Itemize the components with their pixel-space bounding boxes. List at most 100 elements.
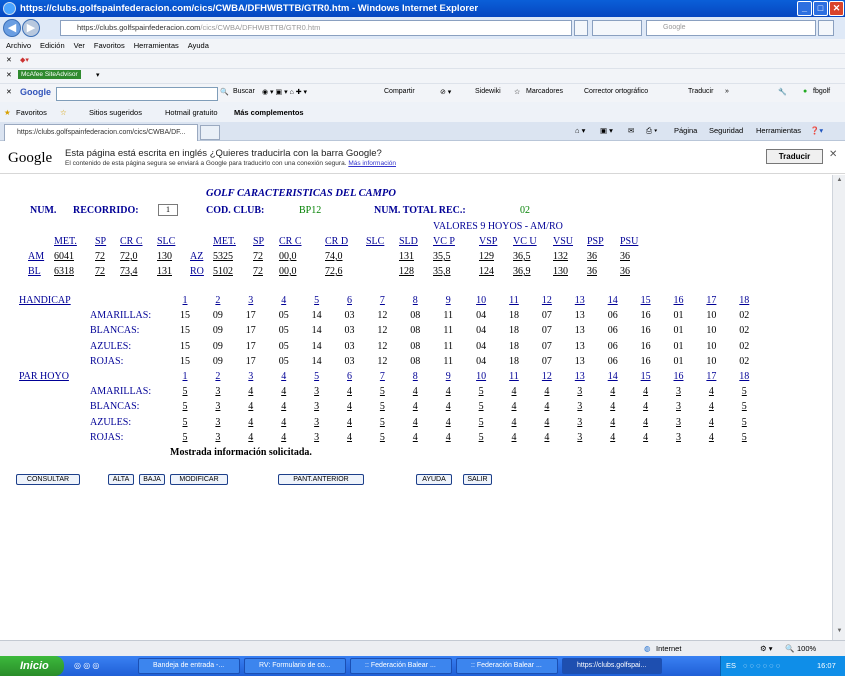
forward-icon[interactable]: ▶: [22, 19, 40, 37]
par-hole-number[interactable]: 5: [305, 371, 329, 382]
par-hole-number[interactable]: 15: [634, 371, 658, 382]
tee-cell-tee[interactable]: BL: [28, 266, 41, 277]
close-icon[interactable]: ✕: [6, 88, 12, 96]
search-icon[interactable]: 🔍: [220, 88, 229, 96]
par-hole-number[interactable]: 14: [601, 371, 625, 382]
handicap-hole-number[interactable]: 11: [502, 295, 526, 306]
tee-header-right[interactable]: MET.: [213, 236, 236, 247]
handicap-hole-number[interactable]: 5: [305, 295, 329, 306]
hotmail-link[interactable]: Hotmail gratuito: [165, 108, 218, 117]
tee-header-right[interactable]: PSP: [587, 236, 604, 247]
address-bar[interactable]: https://clubs.golfspainfederacion.com/ci…: [60, 20, 572, 36]
tee-header-right[interactable]: VC P: [433, 236, 455, 247]
task-rv-formulario[interactable]: RV: Formulario de co...: [244, 658, 346, 674]
handicap-hole-number[interactable]: 8: [403, 295, 427, 306]
par-hole-number[interactable]: 13: [568, 371, 592, 382]
sitios-sugeridos-link[interactable]: Sitios sugeridos: [89, 108, 142, 117]
handicap-hole-number[interactable]: 4: [272, 295, 296, 306]
help-icon[interactable]: ❓▾: [810, 126, 823, 135]
search-icon[interactable]: [818, 20, 834, 36]
google-toolbar-search[interactable]: [56, 87, 218, 101]
close-window-button[interactable]: ✕: [829, 1, 844, 16]
translate-button[interactable]: Traducir: [766, 149, 823, 164]
tee-cell-tee[interactable]: AM: [28, 251, 44, 262]
tee-header-right[interactable]: VSP: [479, 236, 497, 247]
menu-favoritos[interactable]: Favoritos: [94, 41, 125, 50]
star-icon[interactable]: ☆: [514, 88, 520, 96]
favorites-star-icon[interactable]: ★: [4, 108, 11, 117]
par-hole-number[interactable]: 9: [436, 371, 460, 382]
tray-icons[interactable]: ◌ ◌ ◌ ◌ ◌ ◌: [743, 661, 780, 670]
par-hole-number[interactable]: 8: [403, 371, 427, 382]
par-hole-number[interactable]: 11: [502, 371, 526, 382]
tee-header-right[interactable]: VSU: [553, 236, 573, 247]
handicap-hole-number[interactable]: 14: [601, 295, 625, 306]
marcadores-button[interactable]: Marcadores: [526, 88, 563, 95]
handicap-hole-number[interactable]: 3: [239, 295, 263, 306]
handicap-hole-number[interactable]: 17: [699, 295, 723, 306]
menu-ver[interactable]: Ver: [74, 41, 85, 50]
handicap-hole-number[interactable]: 1: [173, 295, 197, 306]
task-clubs-golfspai[interactable]: https://clubs.golfspai...: [562, 658, 662, 674]
favoritos-button[interactable]: Favoritos: [16, 108, 47, 117]
ayuda-button[interactable]: AYUDA: [416, 474, 452, 485]
protected-mode-icon[interactable]: ⚙ ▾: [760, 644, 773, 653]
tee-header-right[interactable]: SLC: [366, 236, 384, 247]
par-hoyo-label[interactable]: PAR HOYO: [19, 371, 69, 382]
par-hole-number[interactable]: 4: [272, 371, 296, 382]
recorrido-input[interactable]: 1: [158, 204, 178, 216]
handicap-hole-number[interactable]: 16: [667, 295, 691, 306]
tee-cell-tee2[interactable]: RO: [190, 266, 204, 277]
par-hole-number[interactable]: 7: [370, 371, 394, 382]
blocker-icon[interactable]: ⊘ ▾: [440, 88, 451, 96]
tab-current[interactable]: https://clubs.golfspainfederacion.com/ci…: [4, 124, 198, 141]
toolbar-icons[interactable]: ◉ ▾ ▣ ▾ ⌂ ✚ ▾: [262, 88, 307, 96]
close-icon[interactable]: ✕: [6, 56, 12, 64]
mail-icon[interactable]: ✉: [628, 126, 634, 135]
handicap-label[interactable]: HANDICAP: [19, 295, 71, 306]
refresh-stop-icons[interactable]: [592, 20, 642, 36]
tee-header-right[interactable]: SLD: [399, 236, 418, 247]
consultar-button[interactable]: CONSULTAR: [16, 474, 80, 485]
par-hole-number[interactable]: 10: [469, 371, 493, 382]
mas-complementos-link[interactable]: Más complementos: [234, 108, 304, 117]
addon-icon[interactable]: ◆▾: [20, 56, 29, 64]
par-hole-number[interactable]: 1: [173, 371, 197, 382]
maximize-button[interactable]: □: [813, 1, 828, 16]
tee-header-right[interactable]: VC U: [513, 236, 537, 247]
tee-header-right[interactable]: SP: [253, 236, 264, 247]
handicap-hole-number[interactable]: 9: [436, 295, 460, 306]
quick-launch-icons[interactable]: ◎ ◎ ◎: [74, 661, 99, 670]
tee-header-left[interactable]: MET.: [54, 236, 77, 247]
par-hole-number[interactable]: 17: [699, 371, 723, 382]
pant-anterior-button[interactable]: PANT.ANTERIOR: [278, 474, 364, 485]
close-icon[interactable]: ✕: [6, 71, 12, 79]
more-chevron-icon[interactable]: »: [725, 88, 729, 95]
seguridad-menu[interactable]: Seguridad: [709, 126, 743, 135]
par-hole-number[interactable]: 3: [239, 371, 263, 382]
menu-archivo[interactable]: Archivo: [6, 41, 31, 50]
modificar-button[interactable]: MODIFICAR: [170, 474, 228, 485]
handicap-hole-number[interactable]: 15: [634, 295, 658, 306]
tee-header-left[interactable]: SLC: [157, 236, 175, 247]
wrench-icon[interactable]: 🔧: [778, 88, 787, 96]
feeds-icon[interactable]: ▣ ▾: [600, 126, 613, 135]
sidewiki-button[interactable]: Sidewiki: [475, 88, 501, 95]
vertical-scrollbar[interactable]: ▲ ▼: [832, 175, 845, 640]
chevron-down-icon[interactable]: ▾: [96, 71, 100, 79]
minimize-button[interactable]: _: [797, 1, 812, 16]
start-button[interactable]: Inicio: [0, 656, 64, 676]
baja-button[interactable]: BAJA: [139, 474, 165, 485]
alta-button[interactable]: ALTA: [108, 474, 134, 485]
corrector-button[interactable]: Corrector ortográfico: [584, 88, 648, 95]
par-hole-number[interactable]: 2: [206, 371, 230, 382]
lock-icon[interactable]: [574, 20, 588, 36]
tee-header-left[interactable]: SP: [95, 236, 106, 247]
zoom-level[interactable]: 100%: [797, 644, 816, 653]
task-outlook[interactable]: Bandeja de entrada -...: [138, 658, 240, 674]
handicap-hole-number[interactable]: 13: [568, 295, 592, 306]
handicap-hole-number[interactable]: 10: [469, 295, 493, 306]
handicap-hole-number[interactable]: 18: [732, 295, 756, 306]
par-hole-number[interactable]: 6: [338, 371, 362, 382]
herramientas-menu[interactable]: Herramientas: [756, 126, 801, 135]
